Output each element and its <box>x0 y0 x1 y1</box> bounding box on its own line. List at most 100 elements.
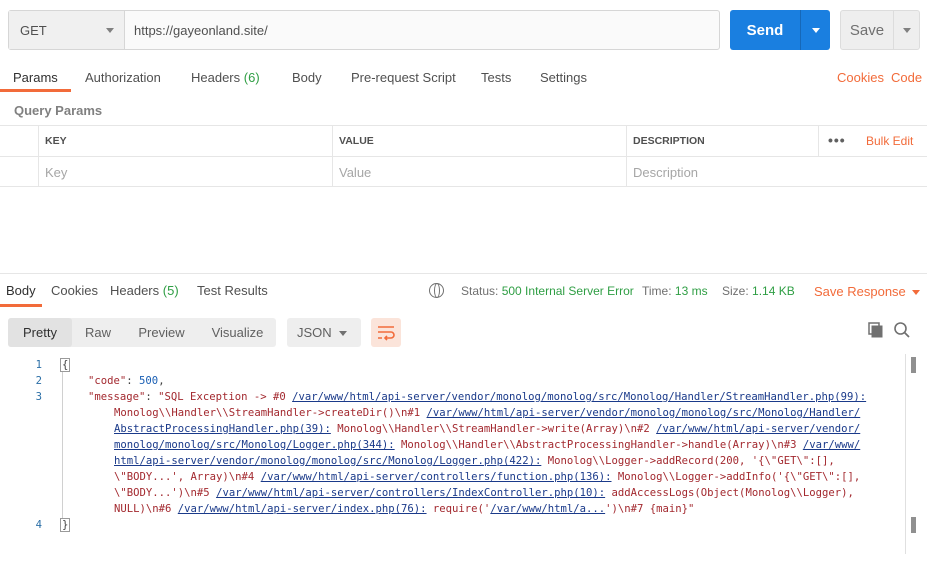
code-line: html/api-server/vendor/monolog/monolog/s… <box>114 455 835 467</box>
fold-guide <box>62 372 63 518</box>
tab-label: Authorization <box>85 70 161 85</box>
open-brace: { <box>60 358 71 372</box>
json-string: \"BODY...')\n#5 <box>114 487 217 499</box>
line-number: 4 <box>35 519 42 531</box>
view-raw-button[interactable]: Raw <box>72 318 124 347</box>
file-path-link[interactable]: /var/www/ <box>803 439 860 451</box>
description-input[interactable]: Description <box>626 157 927 187</box>
tab-label: Cookies <box>51 283 98 298</box>
file-path-link[interactable]: html/api-server/vendor/monolog/monolog/s… <box>114 455 541 467</box>
search-icon[interactable] <box>893 321 911 339</box>
tab-label: Body <box>292 70 322 85</box>
checkbox-column <box>0 126 38 156</box>
table-row: Key Value Description <box>0 156 927 187</box>
tab-label: Tests <box>481 70 512 85</box>
table-header-row: KEY VALUE DESCRIPTION ••• Bulk Edit <box>0 125 927 156</box>
line-number: 2 <box>35 375 42 387</box>
json-string: Monolog\\Handler\\StreamHandler->write(A… <box>330 423 657 435</box>
method-label: GET <box>20 22 47 38</box>
globe-icon[interactable] <box>429 283 444 298</box>
view-preview-button[interactable]: Preview <box>124 318 199 347</box>
key-input[interactable]: Key <box>38 157 332 187</box>
response-divider <box>0 273 927 274</box>
tab-label: Headers <box>110 283 160 298</box>
file-path-link[interactable]: AbstractProcessingHandler.php(39): <box>114 423 331 435</box>
json-string: ')\n#7 {main}" <box>605 503 695 515</box>
tab-label: Params <box>13 70 58 85</box>
file-path-link[interactable]: /var/www/html/api-server/vendor/monolog/… <box>292 391 866 403</box>
tab-authorization[interactable]: Authorization <box>85 62 161 92</box>
chevron-down-icon <box>106 28 114 33</box>
size-info: Size: 1.14 KB <box>722 284 795 298</box>
json-string: \"BODY...', Array)\n#4 <box>114 471 261 483</box>
save-dropdown[interactable] <box>893 11 919 49</box>
json-string: Monolog\\Handler\\AbstractProcessingHand… <box>394 439 803 451</box>
status-value: 500 Internal Server Error <box>501 284 634 298</box>
file-path-link[interactable]: /var/www/html/api-server/index.php(76): <box>178 503 427 515</box>
response-tab-headers[interactable]: Headers (5) <box>110 283 179 298</box>
save-response-button[interactable]: Save Response <box>814 284 920 299</box>
line-number: 1 <box>35 359 42 371</box>
json-string: "SQL Exception -> #0 <box>158 391 293 403</box>
format-select[interactable]: JSON <box>287 318 361 347</box>
tab-params[interactable]: Params <box>0 62 71 92</box>
editor-edge <box>905 354 906 554</box>
more-options-icon[interactable]: ••• <box>828 132 846 148</box>
file-path-link[interactable]: /var/www/html/api-server/vendor/monolog/… <box>427 407 861 419</box>
json-string: Monolog\\Logger->addInfo('{\"GET\":[], <box>611 471 861 483</box>
code-line: \"BODY...', Array)\n#4 /var/www/html/api… <box>114 471 860 483</box>
file-path-link[interactable]: monolog/monolog/src/Monolog/Logger.php(3… <box>114 439 395 451</box>
method-select[interactable]: GET <box>9 11 125 49</box>
cookies-link[interactable]: Cookies <box>837 70 884 85</box>
code-line: "message": "SQL Exception -> #0 /var/www… <box>88 391 867 403</box>
file-path-link[interactable]: /var/www/html/api-server/controllers/fun… <box>261 471 612 483</box>
json-string: Monolog\\Handler\\StreamHandler->createD… <box>114 407 427 419</box>
copy-icon[interactable] <box>867 321 885 339</box>
tab-count: (6) <box>243 70 260 85</box>
time-value: 13 ms <box>674 284 708 298</box>
tab-headers[interactable]: Headers (6) <box>191 62 260 92</box>
file-path-link[interactable]: /var/www/html/api-server/vendor/ <box>656 423 860 435</box>
chevron-down-icon <box>911 290 920 296</box>
url-input[interactable]: https://gayeonland.site/ <box>125 11 719 49</box>
save-response-label: Save Response <box>814 284 906 299</box>
send-dropdown[interactable] <box>800 10 830 50</box>
request-tabs: Params Authorization Headers (6) Body Pr… <box>0 62 927 92</box>
size-value: 1.14 KB <box>752 284 795 298</box>
time-info: Time: 13 ms <box>642 284 708 298</box>
response-tab-test-results[interactable]: Test Results <box>197 283 268 298</box>
json-string: require(' <box>426 503 491 515</box>
code-link[interactable]: Code <box>891 70 922 85</box>
status-label: Status: <box>461 284 499 298</box>
bulk-edit-link[interactable]: Bulk Edit <box>866 134 913 148</box>
tab-body[interactable]: Body <box>292 62 322 92</box>
save-label: Save <box>849 21 885 39</box>
response-tab-body[interactable]: Body <box>0 283 42 307</box>
time-label: Time: <box>642 284 672 298</box>
column-value: VALUE <box>332 126 626 156</box>
view-pretty-button[interactable]: Pretty <box>8 318 72 347</box>
response-tab-cookies[interactable]: Cookies <box>51 283 98 298</box>
scrollbar-thumb[interactable] <box>911 357 916 373</box>
tab-settings[interactable]: Settings <box>540 62 587 92</box>
tab-label: Settings <box>540 70 587 85</box>
scrollbar-thumb[interactable] <box>911 517 916 533</box>
send-button[interactable]: Send <box>730 10 830 50</box>
view-visualize-button[interactable]: Visualize <box>199 318 276 347</box>
wrap-lines-icon <box>378 326 395 341</box>
tab-tests[interactable]: Tests <box>481 62 511 92</box>
column-description: DESCRIPTION <box>626 126 818 156</box>
close-brace: } <box>60 518 71 532</box>
file-path-link[interactable]: /var/www/html/api-server/controllers/Ind… <box>216 487 605 499</box>
json-string: Monolog\\Logger->addRecord(200, '{\"GET\… <box>541 455 835 467</box>
status-info: Status: 500 Internal Server Error <box>461 284 634 298</box>
save-button[interactable]: Save <box>840 10 920 50</box>
code-line: { <box>60 358 71 372</box>
code-line: NULL)\n#6 /var/www/html/api-server/index… <box>114 503 694 515</box>
wrap-lines-button[interactable] <box>371 318 401 347</box>
file-path-link[interactable]: /var/www/html/a... <box>490 503 605 515</box>
column-key: KEY <box>38 126 332 156</box>
tab-pre-request-script[interactable]: Pre-request Script <box>351 62 456 92</box>
value-input[interactable]: Value <box>332 157 626 187</box>
tab-label: Headers <box>191 70 241 85</box>
